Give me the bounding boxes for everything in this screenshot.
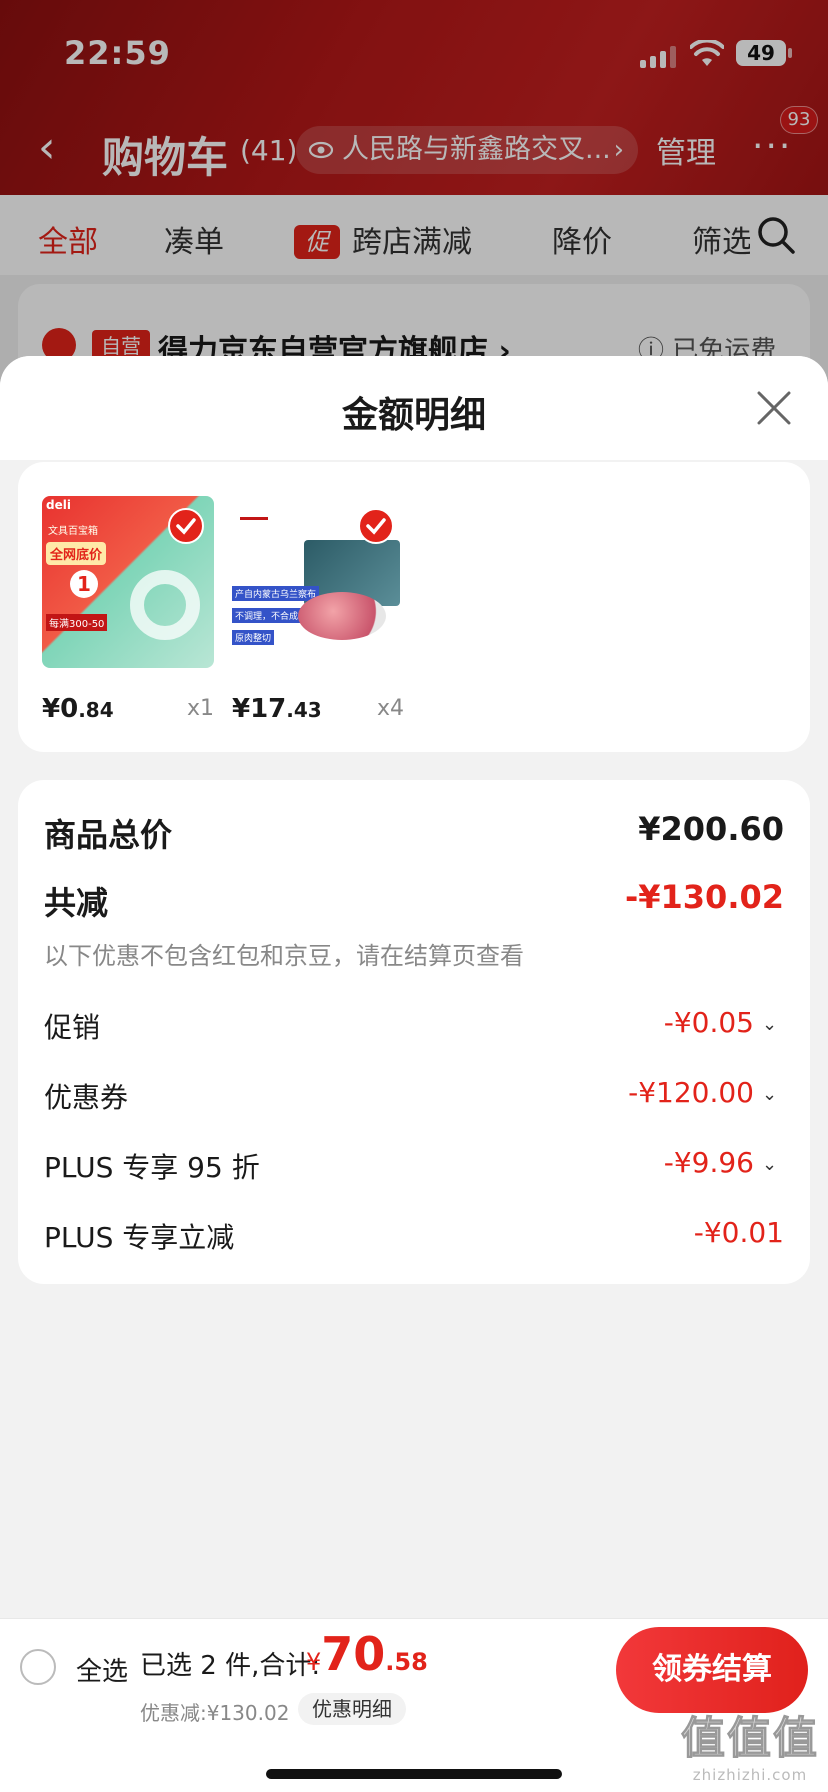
amount-summary-card: 商品总价 ¥200.60 共减 -¥130.02 以下优惠不包含红包和京豆，请在… <box>18 780 810 1284</box>
discount-value: -¥0.05 <box>663 1006 754 1039</box>
price-dec: .84 <box>78 698 114 722</box>
products-card: deli 文具百宝箱 全网底价 1 每满300-50 ¥0.84 x1 产自内蒙… <box>18 462 810 752</box>
product-qty: x4 <box>376 696 404 721</box>
selected-summary: 已选 2 件,合计: <box>140 1651 321 1681</box>
total-amount: ¥70.58 <box>306 1627 428 1681</box>
product-image-text: 产自内蒙古乌兰察布 <box>232 586 320 601</box>
reduce-label: 共减 <box>44 884 109 922</box>
product-image-text: 全网底价 <box>46 542 107 565</box>
product-price: ¥17.43 <box>232 694 322 724</box>
cart-background-page: 22:59 49 ‹ 购物车 (41) 人民路与新鑫路交叉... › 管理 ··… <box>0 0 828 400</box>
discount-value: -¥120.00 <box>628 1076 754 1109</box>
product-image-tape: deli 文具百宝箱 全网底价 1 每满300-50 <box>42 496 214 668</box>
product-image-text: 文具百宝箱 <box>48 526 98 537</box>
sheet-header: 金额明细 <box>0 356 828 460</box>
discount-value-wrap: -¥120.00 ⌄ <box>628 1076 784 1109</box>
select-all-radio[interactable] <box>20 1649 56 1685</box>
amount-detail-sheet: 金额明细 deli 文具百宝箱 全网底价 1 每满300-50 ¥0.84 x1 <box>0 356 828 1792</box>
watermark-url: zhizhizhi.com <box>692 1766 808 1784</box>
reduce-value: -¥130.02 <box>624 878 784 916</box>
discount-label: 优惠券 <box>44 1081 129 1114</box>
product-image-text: 不调理，不合成 <box>232 608 302 623</box>
product-image-text: 每满300-50 <box>46 614 108 631</box>
home-indicator <box>266 1769 562 1779</box>
product-image-text: 1 <box>70 570 98 598</box>
discount-summary: 优惠减:¥130.02 <box>140 1701 290 1725</box>
product-image-text: 原肉整切 <box>232 630 275 645</box>
selected-check-icon[interactable] <box>168 508 204 544</box>
chevron-down-icon[interactable]: ⌄ <box>762 1014 784 1035</box>
discount-value: -¥0.01 <box>693 1216 784 1249</box>
product-qty: x1 <box>186 696 214 721</box>
discount-detail-button[interactable]: 优惠明细 <box>298 1693 406 1725</box>
selected-check-icon[interactable] <box>358 508 394 544</box>
product-price: ¥0.84 <box>42 694 114 724</box>
chevron-down-icon[interactable]: ⌄ <box>762 1154 784 1175</box>
discount-label: 促销 <box>44 1011 101 1044</box>
chevron-down-icon[interactable]: ⌄ <box>762 1084 784 1105</box>
tape-roll-graphic <box>130 570 200 640</box>
select-all-label[interactable]: 全选 <box>76 1651 128 1688</box>
site-watermark: 值值值 zhizhizhi.com <box>676 1702 824 1788</box>
discount-value-wrap: -¥0.05 ⌄ <box>664 1006 784 1039</box>
meat-roll-graphic <box>298 592 386 640</box>
watermark-logo: 值值值 <box>681 1713 819 1765</box>
price-int: ¥17 <box>232 694 287 724</box>
sheet-title: 金额明细 <box>341 395 486 436</box>
discount-value: -¥9.96 <box>663 1146 754 1179</box>
brand-logo-graphic <box>240 500 268 520</box>
price-dec: .43 <box>286 698 322 722</box>
dim-overlay[interactable] <box>0 0 828 400</box>
discount-note: 以下优惠不包含红包和京豆，请在结算页查看 <box>44 942 524 970</box>
total-yen: ¥ <box>306 1648 322 1676</box>
total-price-label: 商品总价 <box>44 816 173 854</box>
brand-logo-text: deli <box>46 498 71 512</box>
close-icon[interactable] <box>756 390 792 426</box>
total-int: 70 <box>321 1627 386 1681</box>
total-dec: .58 <box>385 1648 428 1676</box>
product-image-lamb: 产自内蒙古乌兰察布 不调理，不合成 原肉整切 <box>232 496 404 668</box>
discount-label: PLUS 专享立减 <box>44 1221 235 1254</box>
total-price-value: ¥200.60 <box>638 810 784 848</box>
checkout-button[interactable]: 领券结算 <box>616 1627 808 1713</box>
discount-value-wrap: -¥9.96 ⌄ <box>664 1146 784 1179</box>
discount-label: PLUS 专享 95 折 <box>44 1151 260 1184</box>
price-int: ¥0 <box>42 694 79 724</box>
